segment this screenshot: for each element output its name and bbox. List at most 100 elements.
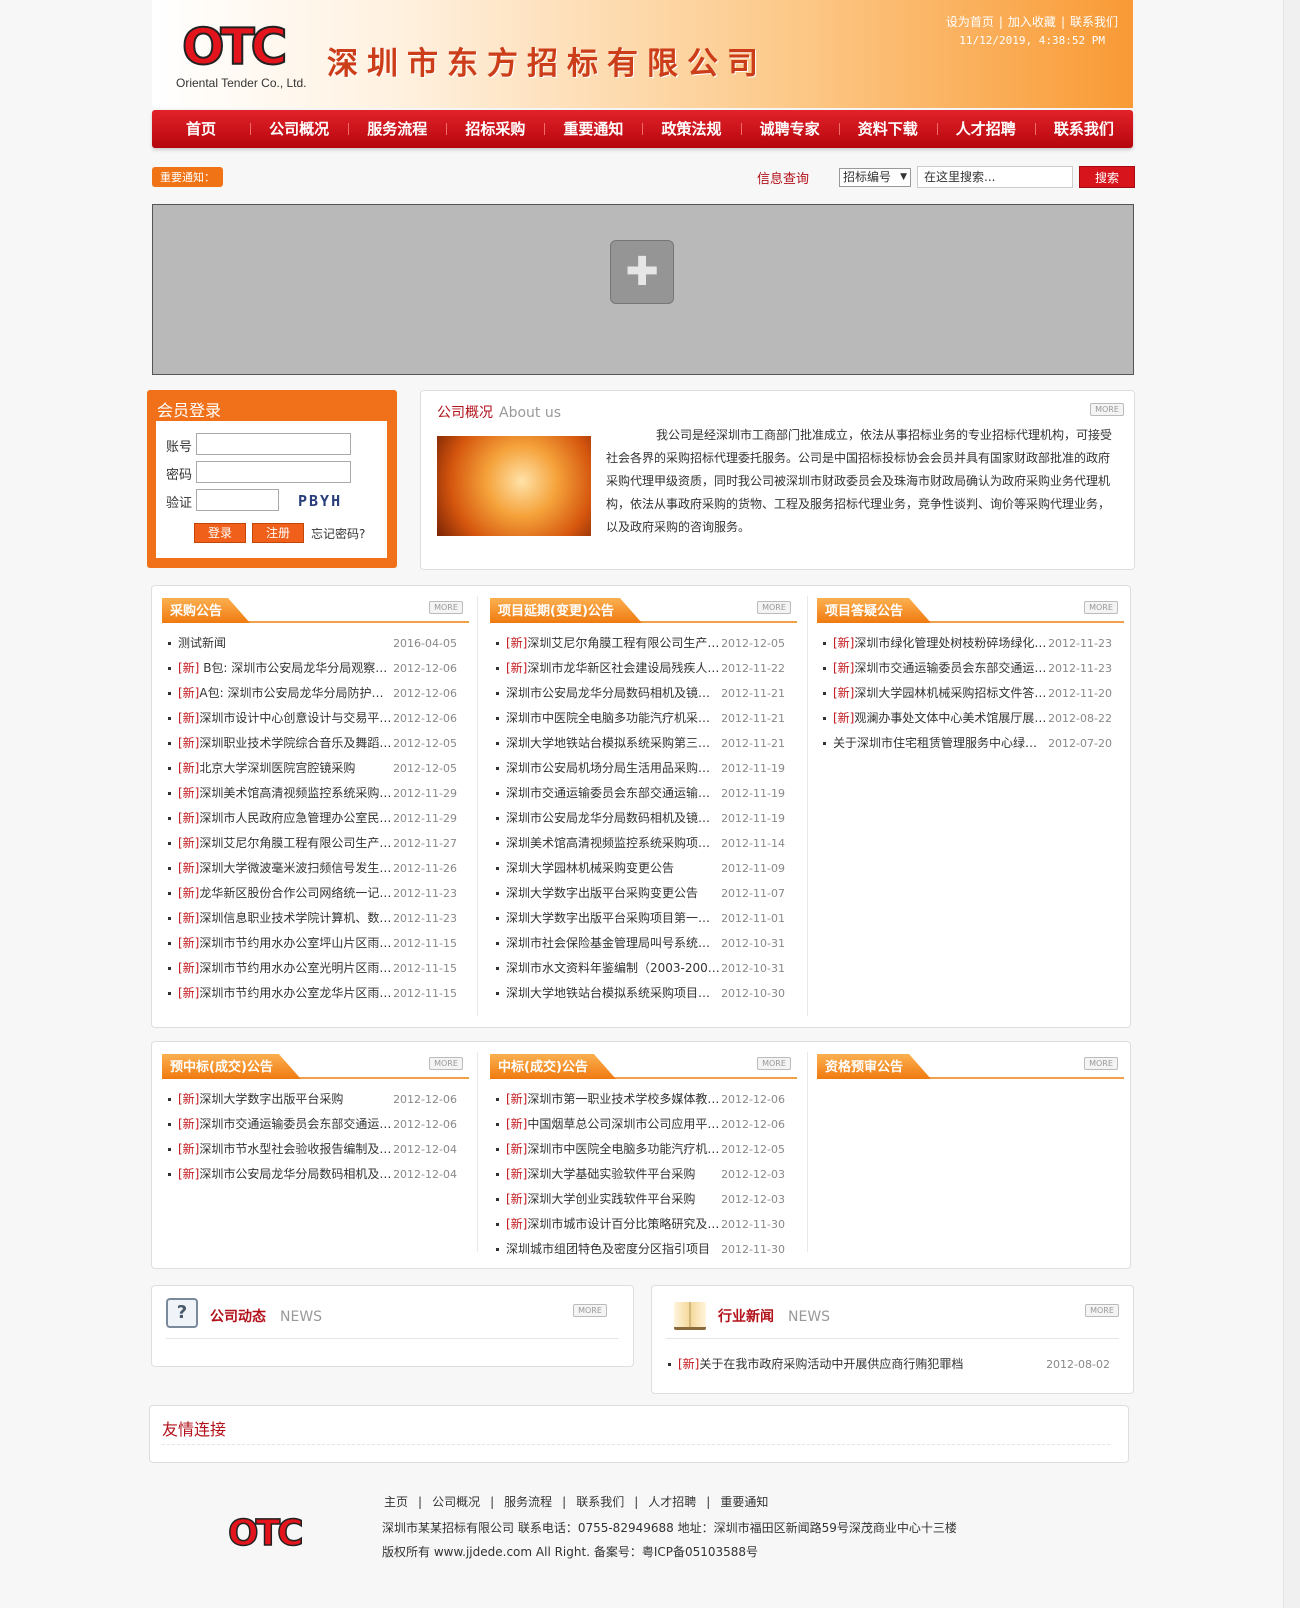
list-item[interactable]: [新]深圳大学微波毫米波扫频信号发生… 2012-11-26	[162, 856, 469, 881]
list-item[interactable]: [新]深圳市龙华新区社会建设局残疾人… 2012-11-22	[490, 656, 797, 681]
verify-input[interactable]	[196, 489, 279, 511]
list-item[interactable]: 深圳市公安局机场分局生活用品采购项… 2012-11-19	[490, 756, 797, 781]
new-badge: [新]	[833, 711, 855, 725]
password-input[interactable]	[196, 461, 351, 483]
verify-row: 验证 PBYH	[166, 489, 340, 511]
item-title: 深圳信息职业技术学院计算机、数…	[199, 911, 392, 925]
list-item[interactable]: 深圳市社会保险基金管理局叫号系统采购 2012-10-31	[490, 931, 797, 956]
footer-link-process[interactable]: 服务流程	[504, 1495, 552, 1509]
set-homepage-link[interactable]: 设为首页	[946, 15, 994, 29]
list-item[interactable]: 深圳美术馆高清视频监控系统采购项目… 2012-11-14	[490, 831, 797, 856]
list-item[interactable]: 深圳市交通运输委员会东部交通运输局… 2012-11-19	[490, 781, 797, 806]
more-button[interactable]: MORE	[429, 1057, 463, 1070]
list-item[interactable]: [新]深圳市节约用水办公室龙华片区雨… 2012-11-15	[162, 981, 469, 1006]
more-button[interactable]: MORE	[757, 601, 791, 614]
list-item[interactable]: 深圳大学园林机械采购变更公告 2012-11-09	[490, 856, 797, 881]
list-item[interactable]: [新]深圳市第一职业技术学校多媒体教… 2012-12-06	[490, 1087, 797, 1112]
list-item[interactable]: [新]深圳大学创业实践软件平台采购 2012-12-03	[490, 1187, 797, 1212]
footer-link-about[interactable]: 公司概况	[432, 1495, 480, 1509]
otc-logo[interactable]: OTC	[180, 20, 300, 72]
search-input[interactable]: 在这里搜索...	[917, 166, 1074, 188]
forgot-password-link[interactable]: 忘记密码?	[311, 525, 365, 542]
list-item[interactable]: [新]深圳大学园林机械采购招标文件答… 2012-11-20	[817, 681, 1124, 706]
list-item[interactable]: [新]深圳市设计中心创意设计与交易平… 2012-12-06	[162, 706, 469, 731]
col-head: 资格预审公告 MORE	[817, 1054, 1124, 1079]
list-item[interactable]: [新]深圳艾尼尔角膜工程有限公司生产… 2012-12-05	[490, 631, 797, 656]
more-button[interactable]: MORE	[1084, 601, 1118, 614]
list-item[interactable]: [新]深圳大学基础实验软件平台采购 2012-12-03	[490, 1162, 797, 1187]
nav-item-experts[interactable]: 诚聘专家	[740, 110, 839, 148]
list-item[interactable]: [新]深圳市交通运输委员会东部交通运… 2012-11-23	[817, 656, 1124, 681]
list-item[interactable]: 深圳大学地铁站台模拟系统采购第三次… 2012-11-21	[490, 731, 797, 756]
nav-item-about[interactable]: 公司概况	[250, 110, 348, 148]
new-badge: [新]	[178, 811, 200, 825]
company-news-more-button[interactable]: MORE	[573, 1304, 607, 1317]
nav-item-procurement[interactable]: 招标采购	[446, 110, 544, 148]
list-item[interactable]: 深圳大学数字出版平台采购变更公告 2012-11-07	[490, 881, 797, 906]
industry-news-more-button[interactable]: MORE	[1085, 1304, 1119, 1317]
list-item[interactable]: [新]深圳市人民政府应急管理办公室民… 2012-11-29	[162, 806, 469, 831]
list-item[interactable]: [新]深圳市城市设计百分比策略研究及… 2012-11-30	[490, 1212, 797, 1237]
list-item[interactable]: 关于深圳市住宅租赁管理服务中心绿化… 2012-07-20	[817, 731, 1124, 756]
contact-link[interactable]: 联系我们	[1070, 15, 1118, 29]
add-favorite-link[interactable]: 加入收藏	[1008, 15, 1056, 29]
item-title-wrap: 深圳大学数字出版平台采购项目第一次…	[506, 906, 721, 931]
nav-item-policy[interactable]: 政策法规	[642, 110, 740, 148]
footer-link-notices[interactable]: 重要通知	[720, 1495, 768, 1509]
captcha-image[interactable]: PBYH	[298, 492, 342, 510]
announcement-list: 测试新闻 2016-04-05 [新] B包: 深圳市公安局龙华分局观察… 2012-…	[162, 631, 469, 1006]
list-item[interactable]: 深圳市公安局龙华分局数码相机及镜头… 2012-11-21	[490, 681, 797, 706]
login-button[interactable]: 登录	[194, 523, 246, 543]
nav-item-contact[interactable]: 联系我们	[1034, 110, 1133, 148]
list-item[interactable]: 深圳市公安局龙华分局数码相机及镜头… 2012-11-19	[490, 806, 797, 831]
account-input[interactable]	[196, 433, 351, 455]
list-item[interactable]: [新]关于在我市政府采购活动中开展供应商行贿犯罪档 2012-08-02	[662, 1352, 1122, 1377]
list-item[interactable]: [新]深圳市节水型社会验收报告编制及… 2012-12-04	[162, 1137, 469, 1162]
list-item[interactable]: [新]深圳信息职业技术学院计算机、数… 2012-11-23	[162, 906, 469, 931]
footer-link-contact[interactable]: 联系我们	[576, 1495, 624, 1509]
list-item[interactable]: [新]深圳市公安局龙华分局数码相机及… 2012-12-04	[162, 1162, 469, 1187]
col-head: 中标(成交)公告 MORE	[490, 1054, 797, 1079]
about-more-button[interactable]: MORE	[1090, 403, 1124, 416]
item-title-wrap: [新]A包: 深圳市公安局龙华分局防护防…	[178, 681, 393, 706]
nav-item-home[interactable]: 首页	[152, 110, 250, 148]
search-button[interactable]: 搜索	[1079, 166, 1136, 188]
list-item[interactable]: 测试新闻 2016-04-05	[162, 631, 469, 656]
list-item[interactable]: [新]深圳市中医院全电脑多功能汽疗机… 2012-12-05	[490, 1137, 797, 1162]
list-item[interactable]: [新]A包: 深圳市公安局龙华分局防护防… 2012-12-06	[162, 681, 469, 706]
more-button[interactable]: MORE	[1084, 1057, 1118, 1070]
list-item[interactable]: [新]深圳市节约用水办公室光明片区雨… 2012-11-15	[162, 956, 469, 981]
list-item[interactable]: [新]龙华新区股份合作公司网络统一记… 2012-11-23	[162, 881, 469, 906]
footer-link-home[interactable]: 主页	[384, 1495, 408, 1509]
more-button[interactable]: MORE	[429, 601, 463, 614]
scrollbar[interactable]	[1283, 0, 1300, 1608]
list-item[interactable]: [新]观澜办事处文体中心美术馆展厅展… 2012-08-22	[817, 706, 1124, 731]
list-item[interactable]: [新]中国烟草总公司深圳市公司应用平… 2012-12-06	[490, 1112, 797, 1137]
list-item[interactable]: [新]深圳美术馆高清视频监控系统采购… 2012-11-29	[162, 781, 469, 806]
list-item[interactable]: [新]深圳市绿化管理处树枝粉碎场绿化… 2012-11-23	[817, 631, 1124, 656]
divider	[807, 596, 808, 1016]
nav-item-notices[interactable]: 重要通知	[544, 110, 642, 148]
search-type-select[interactable]: 招标编号 ▼	[839, 167, 912, 187]
list-item[interactable]: 深圳大学地铁站台模拟系统采购项目第… 2012-10-30	[490, 981, 797, 1006]
nav-item-process[interactable]: 服务流程	[348, 110, 446, 148]
list-item[interactable]: 深圳市中医院全电脑多功能汽疗机采购… 2012-11-21	[490, 706, 797, 731]
more-button[interactable]: MORE	[757, 1057, 791, 1070]
list-item[interactable]: 深圳城市组团特色及密度分区指引项目 2012-11-30	[490, 1237, 797, 1262]
list-item[interactable]: [新]深圳市交通运输委员会东部交通运… 2012-12-06	[162, 1112, 469, 1137]
list-item[interactable]: [新] B包: 深圳市公安局龙华分局观察… 2012-12-06	[162, 656, 469, 681]
list-item[interactable]: [新]北京大学深圳医院宫腔镜采购 2012-12-05	[162, 756, 469, 781]
list-item[interactable]: 深圳市水文资料年鉴编制（2003-2009年… 2012-10-31	[490, 956, 797, 981]
col-title: 项目延期(变更)公告	[490, 598, 642, 623]
divider	[807, 1052, 808, 1252]
nav-item-jobs[interactable]: 人才招聘	[936, 110, 1035, 148]
list-item[interactable]: 深圳大学数字出版平台采购项目第一次… 2012-11-01	[490, 906, 797, 931]
footer-link-jobs[interactable]: 人才招聘	[648, 1495, 696, 1509]
new-badge: [新]	[506, 1092, 528, 1106]
list-item[interactable]: [新]深圳职业技术学院综合音乐及舞蹈… 2012-12-05	[162, 731, 469, 756]
register-button[interactable]: 注册	[252, 523, 304, 543]
nav-item-downloads[interactable]: 资料下载	[838, 110, 937, 148]
list-item[interactable]: [新]深圳艾尼尔角膜工程有限公司生产… 2012-11-27	[162, 831, 469, 856]
list-item[interactable]: [新]深圳大学数字出版平台采购 2012-12-06	[162, 1087, 469, 1112]
list-item[interactable]: [新]深圳市节约用水办公室坪山片区雨… 2012-11-15	[162, 931, 469, 956]
